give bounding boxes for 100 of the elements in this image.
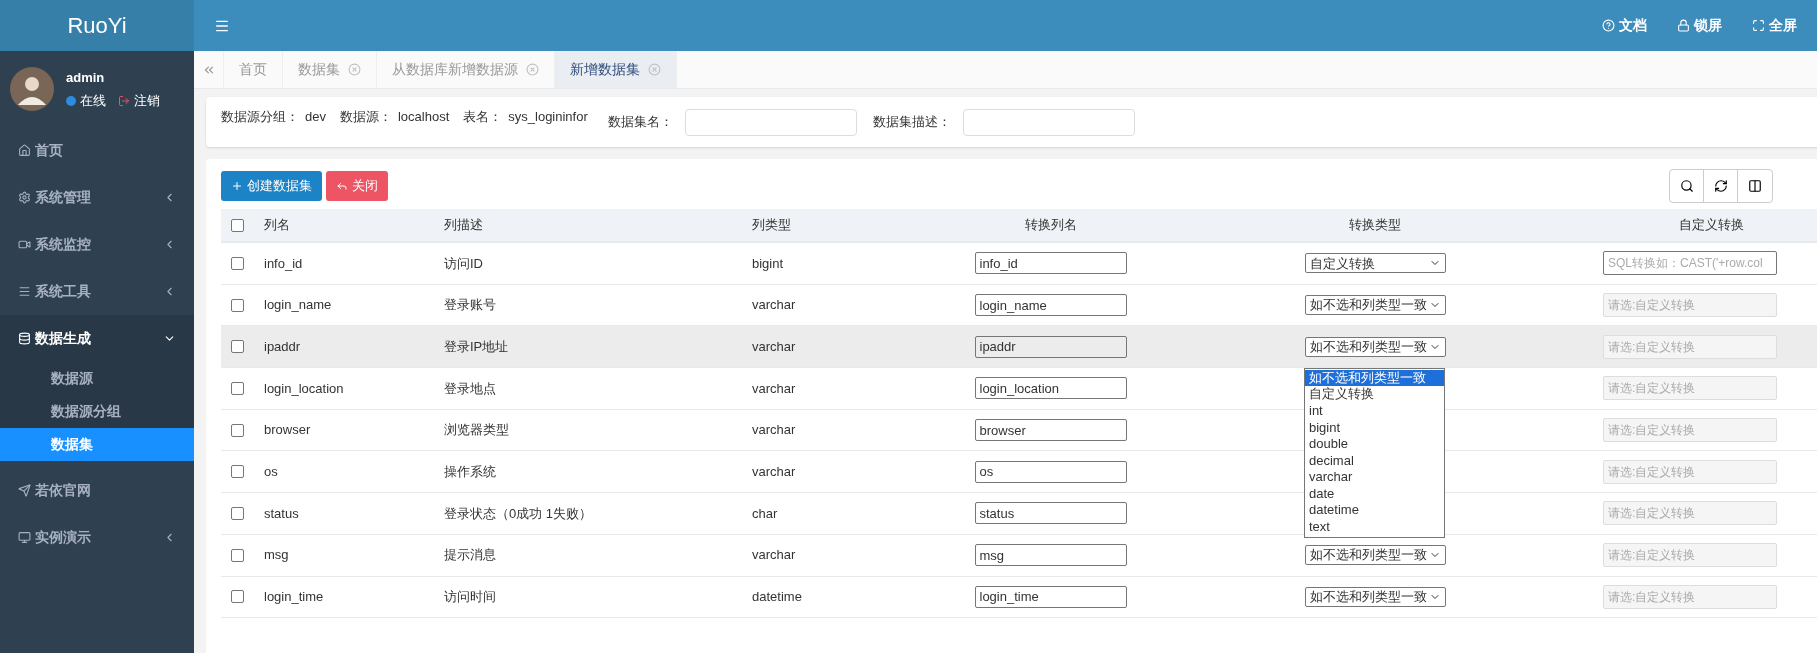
checkbox[interactable] bbox=[231, 423, 244, 437]
sidebar-item[interactable]: 系统监控 bbox=[0, 221, 194, 268]
dropdown-option[interactable]: double bbox=[1305, 436, 1444, 453]
table-cell: char bbox=[752, 505, 778, 521]
text-input[interactable] bbox=[962, 108, 1135, 136]
avatar bbox=[10, 67, 54, 111]
info-text: 表名： sys_logininfor bbox=[463, 108, 588, 126]
sidebar-item[interactable]: 首页 bbox=[0, 127, 194, 174]
table-cell: browser bbox=[264, 422, 311, 438]
sidebar-item[interactable]: 若依官网 bbox=[0, 467, 194, 514]
paper-plane-icon bbox=[18, 484, 31, 497]
checkbox[interactable] bbox=[231, 340, 244, 354]
status-text: 在线 bbox=[80, 92, 106, 110]
sidebar-item[interactable]: 数据生成 bbox=[0, 315, 194, 362]
table-cell: 访问ID bbox=[444, 255, 483, 271]
header-link[interactable]: 全屏 bbox=[1752, 15, 1797, 36]
video-camera-icon bbox=[18, 238, 31, 251]
refresh-icon bbox=[1713, 179, 1728, 193]
alias-input[interactable]: login_time bbox=[974, 585, 1127, 608]
checkbox[interactable] bbox=[231, 218, 244, 232]
table-cell: os bbox=[264, 464, 278, 480]
table-cell: info_id bbox=[264, 255, 303, 271]
table-cell: varchar bbox=[752, 297, 796, 313]
table-cell: datetime bbox=[752, 589, 802, 605]
type-select[interactable]: 如不选和列类型一致 bbox=[1304, 586, 1446, 607]
dropdown-option[interactable]: text bbox=[1305, 519, 1444, 536]
checkbox[interactable] bbox=[231, 590, 244, 604]
column-header: 转换类型 bbox=[1349, 217, 1401, 233]
dropdown-option[interactable]: 自定义转换 bbox=[1305, 386, 1444, 403]
monitor-icon bbox=[18, 531, 31, 544]
alias-input[interactable]: info_id bbox=[974, 252, 1127, 275]
dropdown-option[interactable]: date bbox=[1305, 485, 1444, 503]
create-button[interactable]: 创建数据集 bbox=[221, 171, 322, 201]
plus-icon bbox=[231, 180, 243, 192]
custom-input[interactable]: SQL转换如：CAST('+row.col bbox=[1603, 251, 1777, 276]
checkbox[interactable] bbox=[231, 298, 244, 312]
dropdown-option[interactable]: 如不选和列类型一致 bbox=[1305, 369, 1444, 387]
table-cell: 登录地点 bbox=[444, 380, 496, 396]
sidebar-item[interactable]: 实例演示 bbox=[0, 514, 194, 561]
dropdown-option[interactable]: datetime bbox=[1305, 502, 1444, 520]
alias-input[interactable]: status bbox=[974, 502, 1127, 525]
column-header: 自定义转换 bbox=[1678, 217, 1744, 233]
table-cell: 访问时间 bbox=[444, 589, 496, 605]
table-cell: varchar bbox=[752, 547, 796, 563]
table-cell: varchar bbox=[752, 464, 796, 480]
table-cell: login_location bbox=[264, 380, 344, 396]
fullscreen-icon bbox=[1752, 19, 1765, 32]
table-cell: varchar bbox=[752, 338, 796, 354]
table-cell: ipaddr bbox=[264, 338, 301, 354]
column-header: 列类型 bbox=[752, 217, 791, 233]
dropdown-option[interactable]: bigint bbox=[1305, 419, 1444, 437]
dropdown-option[interactable]: varchar bbox=[1305, 469, 1444, 486]
table-cell: varchar bbox=[752, 380, 796, 396]
type-select[interactable]: 如不选和列类型一致 bbox=[1304, 295, 1446, 316]
table-cell: 登录IP地址 bbox=[444, 338, 509, 354]
checkbox[interactable] bbox=[231, 256, 244, 270]
field-label: 数据集名： bbox=[607, 113, 673, 132]
sidebar-item[interactable]: 系统管理 bbox=[0, 174, 194, 221]
dropdown-option[interactable]: decimal bbox=[1305, 452, 1444, 470]
table-cell: 登录账号 bbox=[444, 297, 496, 313]
info-text: 数据源分组： dev bbox=[221, 108, 326, 126]
dropdown-option[interactable]: int bbox=[1305, 402, 1444, 420]
alias-input[interactable]: msg bbox=[974, 544, 1127, 567]
logout-icon bbox=[118, 94, 130, 107]
type-select[interactable]: 如不选和列类型一致 bbox=[1304, 545, 1446, 566]
columns-icon bbox=[1748, 179, 1762, 193]
header-link[interactable]: 锁屏 bbox=[1677, 15, 1722, 36]
submenu-item[interactable]: 数据源 bbox=[0, 362, 194, 395]
submenu-item[interactable]: 数据源分组 bbox=[0, 395, 194, 428]
text-input[interactable] bbox=[684, 108, 857, 136]
alias-input[interactable]: os bbox=[974, 460, 1127, 483]
header-link[interactable]: 文档 bbox=[1602, 15, 1647, 36]
checkbox[interactable] bbox=[231, 465, 244, 479]
page-tab[interactable]: 新增数据集 bbox=[555, 51, 677, 88]
alias-input[interactable]: browser bbox=[974, 419, 1127, 442]
checkbox[interactable] bbox=[231, 506, 244, 520]
table-cell: status bbox=[264, 505, 299, 521]
table-cell: msg bbox=[264, 547, 289, 563]
table-cell: login_name bbox=[264, 297, 332, 313]
info-text: 数据源： localhost bbox=[339, 108, 450, 126]
lock-icon bbox=[1677, 19, 1690, 32]
user-name: admin bbox=[66, 68, 106, 87]
reply-icon bbox=[336, 180, 348, 192]
type-select[interactable]: 自定义转换 bbox=[1304, 253, 1446, 274]
alias-input[interactable]: login_location bbox=[974, 377, 1127, 400]
alias-input[interactable]: ipaddr bbox=[974, 335, 1127, 358]
table-cell: 操作系统 bbox=[444, 464, 496, 480]
logout-link[interactable]: 注销 bbox=[134, 91, 160, 111]
table-cell: 登录状态（0成功 1失败） bbox=[444, 505, 593, 521]
type-select[interactable]: 如不选和列类型一致 bbox=[1304, 336, 1446, 357]
table-cell: 提示消息 bbox=[444, 547, 496, 563]
menu-icon bbox=[18, 285, 31, 298]
sidebar-item[interactable]: 系统工具 bbox=[0, 268, 194, 315]
checkbox[interactable] bbox=[231, 381, 244, 395]
alias-input[interactable]: login_name bbox=[974, 294, 1127, 317]
database-icon bbox=[18, 332, 31, 345]
column-header: 转换列名 bbox=[1024, 217, 1077, 233]
search-icon bbox=[1679, 179, 1694, 193]
table-cell: 浏览器类型 bbox=[444, 422, 509, 438]
checkbox[interactable] bbox=[231, 548, 244, 562]
